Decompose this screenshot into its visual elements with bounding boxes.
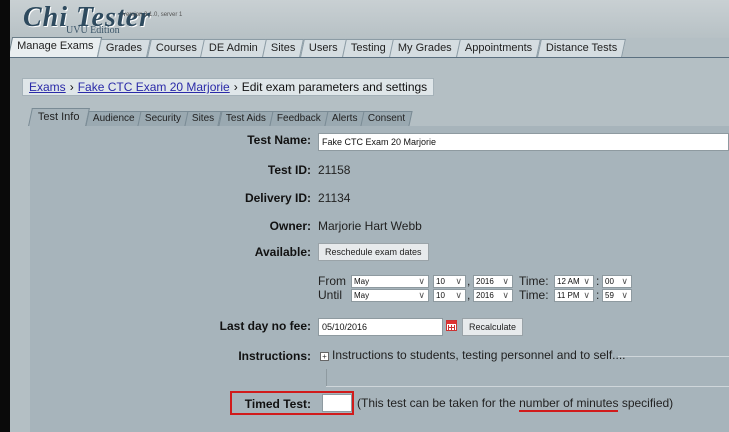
chevron-down-icon: ∨ <box>583 290 590 300</box>
until-time-label: Time: <box>519 288 549 302</box>
tab-sites-sub[interactable]: Sites <box>184 111 223 126</box>
chevron-down-icon: ∨ <box>455 276 462 286</box>
last-day-input[interactable]: 05/10/2016 <box>318 318 443 336</box>
breadcrumb-exam-link[interactable]: Fake CTC Exam 20 Marjorie <box>78 80 230 94</box>
delivery-id-label: Delivery ID: <box>244 191 311 205</box>
tab-appointments[interactable]: Appointments <box>456 39 542 57</box>
chevron-down-icon: ∨ <box>455 290 462 300</box>
colon: : <box>596 288 600 302</box>
available-label: Available: <box>254 245 311 259</box>
breadcrumb-separator: › <box>69 80 74 94</box>
until-hour-select[interactable]: 11 PM ∨ <box>554 289 594 302</box>
sub-nav: Test Info Audience Security Sites Test A… <box>28 108 729 126</box>
colon: : <box>596 274 600 288</box>
until-label: Until <box>318 288 343 302</box>
chevron-down-icon: ∨ <box>418 290 425 300</box>
tab-alerts[interactable]: Alerts <box>323 111 365 126</box>
tab-manage-exams[interactable]: Manage Exams <box>10 37 103 57</box>
timed-test-label: Timed Test: <box>244 397 311 411</box>
tab-feedback[interactable]: Feedback <box>269 111 329 126</box>
last-day-label: Last day no fee: <box>219 319 311 333</box>
until-day-select[interactable]: 10 ∨ <box>433 289 466 302</box>
tab-testing[interactable]: Testing <box>341 39 395 57</box>
tab-test-info[interactable]: Test Info <box>28 108 90 126</box>
tab-distance-tests[interactable]: Distance Tests <box>536 39 626 57</box>
chevron-down-icon: ∨ <box>418 276 425 286</box>
recalculate-button[interactable]: Recalculate <box>462 318 524 336</box>
comma: , <box>467 274 471 288</box>
from-time-label: Time: <box>519 274 549 288</box>
tab-courses[interactable]: Courses <box>146 39 206 57</box>
timed-test-input[interactable] <box>322 394 352 412</box>
test-id-value: 21158 <box>318 163 351 177</box>
chevron-down-icon: ∨ <box>583 276 590 286</box>
delivery-id-value: 21134 <box>318 191 351 205</box>
breadcrumb-current: Edit exam parameters and settings <box>241 80 428 94</box>
from-year-select[interactable]: 2016 ∨ <box>473 275 513 288</box>
test-name-input[interactable]: Fake CTC Exam 20 Marjorie <box>318 133 729 151</box>
divider <box>326 369 327 387</box>
chevron-down-icon: ∨ <box>621 276 628 286</box>
instructions-text[interactable]: Instructions to students, testing person… <box>332 348 626 362</box>
from-label: From <box>318 274 346 288</box>
chevron-down-icon: ∨ <box>502 290 509 300</box>
main-nav: Manage Exams Grades Courses DE Admin Sit… <box>10 37 729 58</box>
tab-consent[interactable]: Consent <box>360 111 414 126</box>
until-month-select[interactable]: May ∨ <box>351 289 429 302</box>
owner-label: Owner: <box>269 219 311 233</box>
chevron-down-icon: ∨ <box>502 276 509 286</box>
tab-security[interactable]: Security <box>137 111 190 126</box>
breadcrumb-separator: › <box>233 80 238 94</box>
from-month-select[interactable]: May ∨ <box>351 275 429 288</box>
chevron-down-icon: ∨ <box>621 290 628 300</box>
edition-text: UVU Edition <box>66 25 120 36</box>
tab-grades[interactable]: Grades <box>97 39 152 57</box>
tab-de-admin[interactable]: DE Admin <box>200 39 268 57</box>
version-text: version 3.1.0, server 1 <box>123 12 183 18</box>
tab-test-aids[interactable]: Test Aids <box>218 111 274 126</box>
from-minute-select[interactable]: 00 ∨ <box>602 275 632 288</box>
content-area: Exams › Fake CTC Exam 20 Marjorie › Edit exa… <box>10 59 729 432</box>
until-minute-select[interactable]: 59 ∨ <box>602 289 632 302</box>
from-hour-select[interactable]: 12 AM ∨ <box>554 275 594 288</box>
from-day-select[interactable]: 10 ∨ <box>433 275 466 288</box>
breadcrumb: Exams › Fake CTC Exam 20 Marjorie › Edit exa… <box>22 78 435 96</box>
reschedule-button[interactable]: Reschedule exam dates <box>318 243 429 261</box>
test-info-panel: Test Name: Fake CTC Exam 20 Marjorie Tes… <box>30 126 729 432</box>
breadcrumb-exams-link[interactable]: Exams <box>29 80 66 94</box>
test-id-label: Test ID: <box>267 163 311 177</box>
minutes-emphasis: number of minutes <box>519 396 619 412</box>
tab-sites[interactable]: Sites <box>262 39 305 57</box>
plus-box-icon[interactable]: + <box>320 352 329 361</box>
app-window: Chi Tester version 3.1.0, server 1 UVU E… <box>10 0 729 432</box>
calendar-icon[interactable] <box>446 320 457 331</box>
test-name-label: Test Name: <box>247 133 311 147</box>
until-year-select[interactable]: 2016 ∨ <box>473 289 513 302</box>
comma: , <box>467 288 471 302</box>
tab-users[interactable]: Users <box>299 39 347 57</box>
owner-value: Marjorie Hart Webb <box>318 219 422 233</box>
timed-test-note: (This test can be taken for the number o… <box>357 396 674 412</box>
banner: Chi Tester version 3.1.0, server 1 UVU E… <box>10 0 729 38</box>
instructions-label: Instructions: <box>238 349 311 363</box>
tab-my-grades[interactable]: My Grades <box>389 39 462 57</box>
tab-audience[interactable]: Audience <box>84 111 142 126</box>
divider <box>618 356 729 357</box>
divider <box>326 386 729 387</box>
